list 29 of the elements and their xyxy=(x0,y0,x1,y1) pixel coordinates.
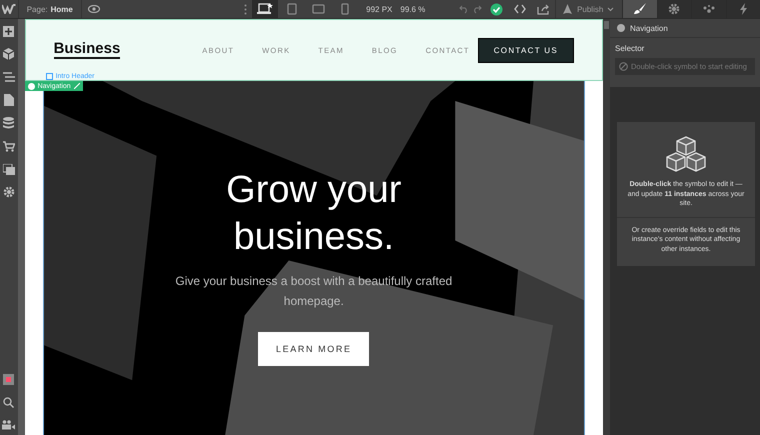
cube-icon[interactable] xyxy=(0,46,17,62)
logo-icon[interactable] xyxy=(0,0,19,18)
record-icon[interactable] xyxy=(0,371,17,387)
hero-title: Grow your business. xyxy=(226,168,402,260)
selector-label: Selector xyxy=(615,44,646,53)
brush-icon[interactable] xyxy=(622,0,657,18)
contact-button[interactable]: CONTACT US xyxy=(478,38,574,62)
disabled-icon xyxy=(619,62,628,71)
rocket-icon xyxy=(562,4,574,14)
images-icon[interactable] xyxy=(0,161,17,177)
navigator-icon[interactable] xyxy=(0,69,17,85)
learn-more-button[interactable]: LEARN MORE xyxy=(258,332,370,366)
publish-button[interactable]: Publish xyxy=(555,0,620,18)
canvas-width: 992 PX xyxy=(366,4,392,14)
caret-icon xyxy=(607,6,614,12)
desktop-icon[interactable] xyxy=(252,0,278,18)
add-icon[interactable] xyxy=(0,23,17,39)
hero-subtitle: Give your business a boost with a beautifully crafted homepage. xyxy=(174,273,454,310)
page-selector[interactable]: Page: Home xyxy=(18,0,82,18)
cubes-icon xyxy=(665,136,707,172)
symbol-icon xyxy=(617,24,625,32)
database-icon[interactable] xyxy=(0,115,17,131)
scrollbar-thumb[interactable] xyxy=(604,21,609,29)
panel-title: Navigation xyxy=(630,24,668,32)
site-logo[interactable]: Business xyxy=(54,40,120,60)
settings-icon[interactable] xyxy=(656,0,692,18)
lightning-icon[interactable] xyxy=(726,0,760,18)
edit-icon[interactable] xyxy=(74,83,80,89)
zoom-level: 99.6 % xyxy=(400,4,426,14)
